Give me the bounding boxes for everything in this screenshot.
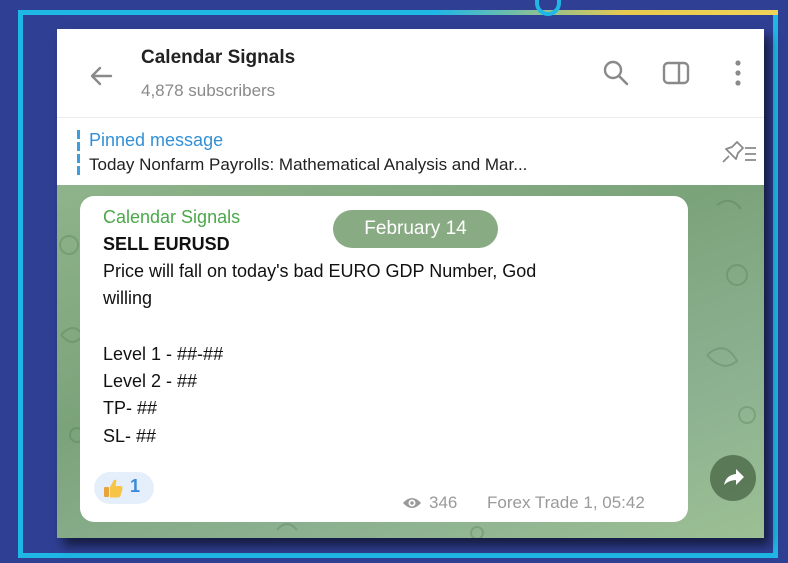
pinned-text: Today Nonfarm Payrolls: Mathematical Ana… xyxy=(89,155,528,174)
back-arrow-icon[interactable] xyxy=(87,61,117,91)
message-line: willing xyxy=(103,288,153,308)
message-signature: Forex Trade 1, 05:42 xyxy=(487,493,645,512)
view-count: 346 xyxy=(429,493,458,512)
views-eye-icon xyxy=(403,498,421,508)
subscriber-count: 4,878 subscribers xyxy=(141,81,276,100)
forward-button[interactable] xyxy=(710,455,756,501)
pinned-message-bar[interactable]: Pinned message Today Nonfarm Payrolls: M… xyxy=(57,117,764,186)
pin-list-icon[interactable] xyxy=(717,138,757,168)
reaction-count: 1 xyxy=(130,476,141,496)
chat-area: Calendar Signals SELL EURUSD Price will … xyxy=(57,185,764,538)
sidebar-icon[interactable] xyxy=(660,57,692,89)
message-level-2: Level 2 - ## xyxy=(103,371,198,391)
message-sl: SL- ## xyxy=(103,426,157,446)
message-headline: SELL EURUSD xyxy=(103,234,230,254)
chat-header: Calendar Signals 4,878 subscribers xyxy=(57,29,764,117)
pinned-indicator xyxy=(77,130,80,175)
message-line: Price will fall on today's bad EURO GDP … xyxy=(103,261,537,281)
thumbs-up-icon xyxy=(104,479,123,498)
message-level-1: Level 1 - ##-## xyxy=(103,344,224,364)
telegram-window: Calendar Signals 4,878 subscribers Pinne… xyxy=(57,29,764,538)
more-vertical-icon[interactable] xyxy=(722,57,754,89)
frame-top-accent xyxy=(18,10,778,15)
channel-title[interactable]: Calendar Signals xyxy=(141,47,295,69)
date-pill: February 14 xyxy=(333,210,498,248)
pinned-title: Pinned message xyxy=(89,130,224,150)
message-author[interactable]: Calendar Signals xyxy=(103,207,240,228)
reaction-chip[interactable]: 1 xyxy=(94,472,154,504)
search-icon[interactable] xyxy=(600,57,632,89)
forward-arrow-icon xyxy=(724,469,744,485)
message-tp: TP- ## xyxy=(103,398,158,418)
